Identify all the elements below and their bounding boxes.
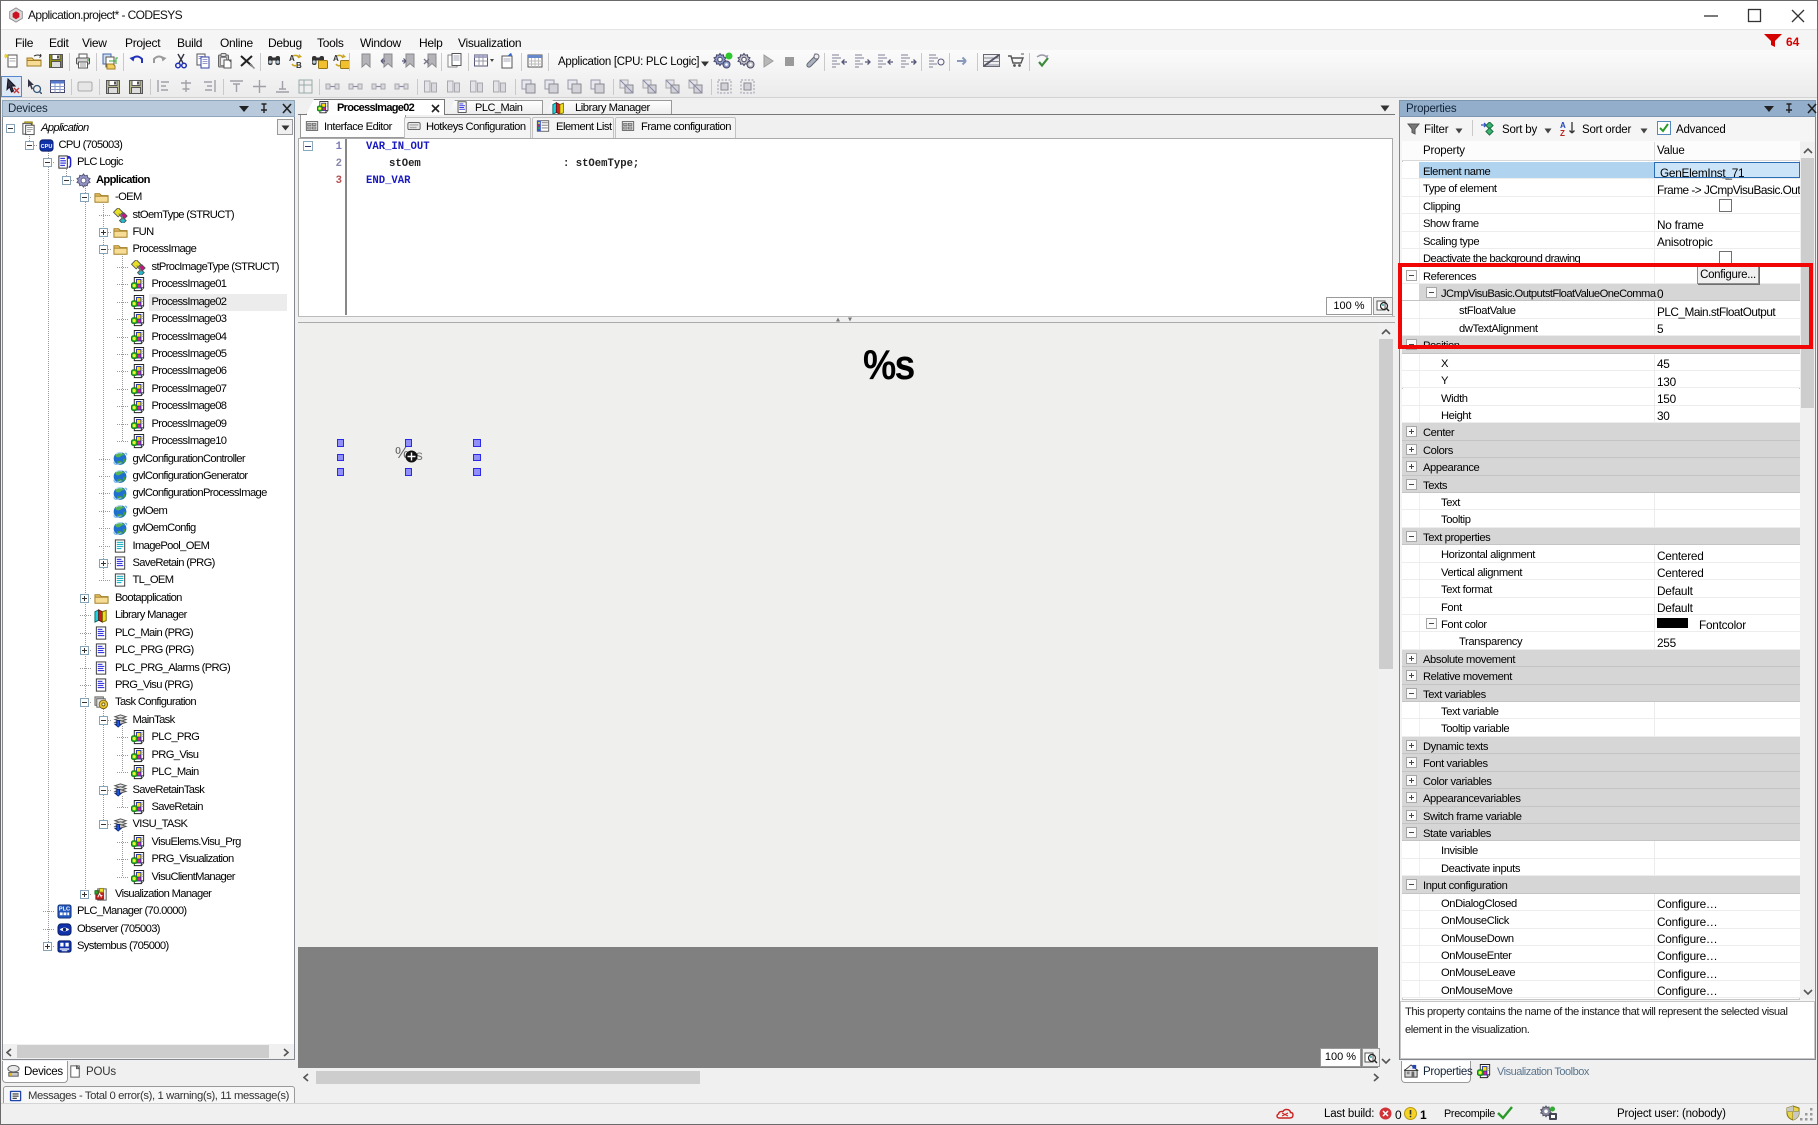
svg-text:Z: Z (1560, 129, 1565, 137)
